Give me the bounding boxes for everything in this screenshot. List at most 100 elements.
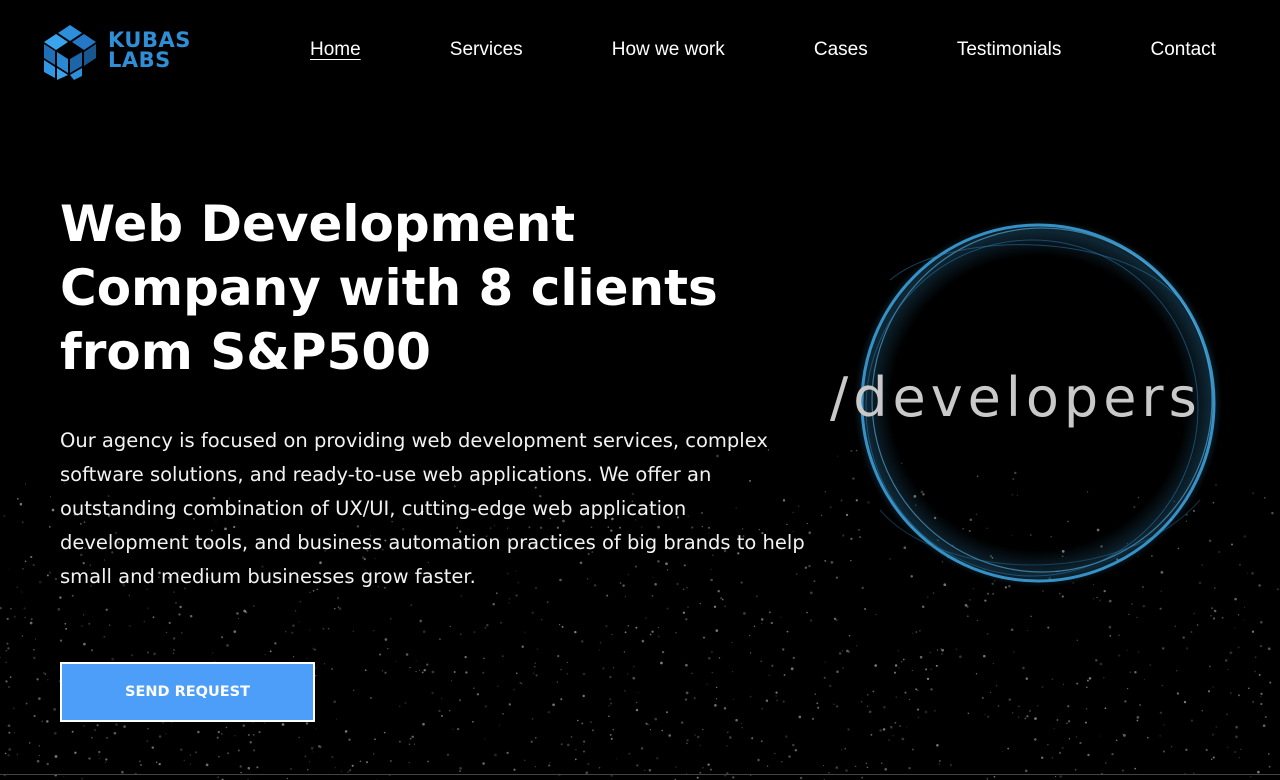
particle-dot: [941, 653, 943, 655]
particle-dot: [612, 667, 615, 669]
particle-dot: [1058, 751, 1062, 755]
particle-dot: [38, 580, 42, 584]
particle-dot: [189, 763, 191, 765]
particle-dot: [1010, 628, 1014, 632]
particle-dot: [1161, 684, 1163, 687]
particle-dot: [987, 715, 990, 718]
particle-dot: [373, 753, 375, 755]
particle-dot: [1074, 768, 1077, 771]
particle-dot: [989, 691, 992, 694]
particle-dot: [143, 621, 145, 623]
particle-dot: [217, 730, 220, 734]
particle-dot: [760, 740, 763, 743]
particle-dot: [531, 611, 534, 614]
particle-dot: [919, 655, 923, 659]
particle-dot: [33, 648, 35, 651]
particle-dot: [1034, 717, 1037, 720]
particle-dot: [452, 728, 454, 730]
particle-dot: [281, 723, 285, 726]
nav-services[interactable]: Services: [450, 39, 523, 61]
particle-dot: [456, 727, 460, 731]
particle-dot: [685, 663, 688, 667]
particle-dot: [1267, 647, 1271, 651]
nav-testimonials[interactable]: Testimonials: [957, 39, 1062, 61]
particle-dot: [547, 711, 551, 714]
particle-dot: [781, 648, 785, 651]
particle-dot: [1252, 700, 1255, 703]
particle-dot: [926, 677, 930, 681]
particle-dot: [189, 614, 193, 618]
nav-cases[interactable]: Cases: [814, 39, 868, 61]
particle-dot: [1012, 712, 1014, 714]
send-request-button[interactable]: SEND REQUEST: [60, 662, 315, 722]
particle-dot: [38, 697, 41, 700]
particle-dot: [353, 689, 355, 691]
particle-dot: [7, 647, 10, 650]
particle-dot: [1209, 665, 1211, 668]
particle-dot: [364, 669, 367, 672]
particle-dot: [331, 755, 334, 759]
particle-dot: [253, 734, 255, 736]
particle-dot: [258, 731, 261, 734]
particle-dot: [1269, 681, 1272, 684]
particle-dot: [1230, 692, 1232, 694]
particle-dot: [1235, 725, 1238, 729]
particle-dot: [1067, 705, 1070, 708]
particle-dot: [828, 684, 832, 688]
nav-contact[interactable]: Contact: [1150, 39, 1215, 61]
particle-dot: [732, 698, 734, 700]
particle-dot: [1196, 624, 1199, 626]
particle-dot: [611, 633, 613, 636]
particle-dot: [749, 634, 751, 637]
particle-dot: [105, 761, 107, 763]
particle-dot: [1205, 748, 1208, 751]
particle-dot: [675, 766, 677, 768]
particle-dot: [715, 629, 719, 632]
particle-dot: [91, 737, 93, 739]
particle-dot: [598, 767, 601, 769]
particle-dot: [147, 607, 149, 609]
particle-dot: [799, 776, 803, 780]
particle-dot: [336, 597, 340, 600]
particle-dot: [531, 718, 534, 720]
particle-dot: [924, 710, 928, 714]
particle-dot: [8, 731, 11, 734]
particle-dot: [205, 763, 209, 767]
particle-dot: [893, 671, 897, 674]
particle-dot: [7, 685, 11, 688]
particle-dot: [608, 704, 610, 707]
particle-dot: [1115, 739, 1118, 742]
particle-dot: [964, 603, 968, 607]
particle-dot: [389, 759, 392, 763]
particle-dot: [99, 757, 101, 760]
particle-dot: [775, 695, 777, 697]
particle-dot: [1238, 694, 1240, 697]
particle-dot: [955, 648, 958, 651]
particle-dot: [908, 698, 911, 701]
particle-dot: [483, 657, 485, 660]
particle-dot: [1088, 677, 1092, 680]
nav-how-we-work[interactable]: How we work: [612, 39, 725, 61]
particle-dot: [798, 715, 802, 719]
particle-dot: [868, 710, 872, 714]
particle-dot: [508, 602, 510, 604]
particle-dot: [414, 743, 416, 745]
particle-dot: [574, 630, 577, 634]
particle-dot: [1224, 659, 1228, 662]
particle-dot: [610, 702, 613, 705]
particle-dot: [996, 685, 998, 687]
particle-dot: [59, 596, 62, 599]
particle-dot: [967, 712, 970, 715]
particle-dot: [838, 652, 842, 655]
particle-dot: [541, 619, 543, 621]
particle-dot: [532, 672, 535, 675]
particle-dot: [472, 720, 474, 723]
particle-dot: [139, 764, 142, 766]
particle-dot: [582, 750, 586, 753]
particle-dot: [760, 618, 764, 621]
particle-dot: [335, 718, 338, 720]
particle-dot: [546, 601, 549, 604]
nav-home[interactable]: Home: [310, 39, 361, 61]
particle-dot: [775, 691, 778, 694]
logo-link[interactable]: KUBAS LABS: [40, 20, 200, 80]
